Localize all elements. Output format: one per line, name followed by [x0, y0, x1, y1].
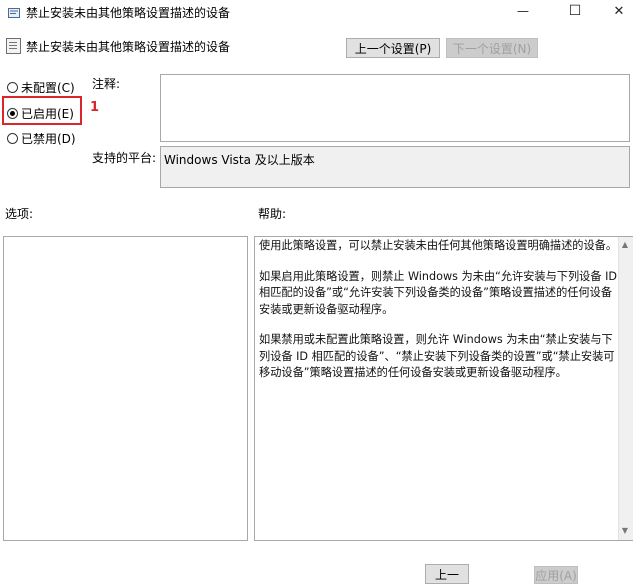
help-paragraph: 使用此策略设置，可以禁止安装未由任何其他策略设置明确描述的设备。 [259, 239, 618, 252]
options-panel [3, 236, 248, 541]
policy-window-icon [8, 8, 20, 18]
help-paragraph: 如果禁用或未配置此策略设置，则允许 Windows 为未由“禁止安装与下列设备 … [259, 333, 615, 379]
radio-not-configured[interactable]: 未配置(C) [7, 79, 75, 96]
apply-button[interactable]: 应用(A) [534, 566, 578, 584]
radio-not-configured-label: 未配置(C) [21, 81, 75, 95]
ok-button[interactable]: 上一 [425, 564, 469, 584]
close-button[interactable]: ✕ [596, 0, 640, 22]
comment-textarea[interactable] [160, 74, 630, 142]
comment-label: 注释: [92, 77, 121, 91]
maximize-button[interactable]: ☐ [552, 0, 598, 22]
help-scrollbar[interactable] [618, 237, 633, 540]
radio-not-configured-circle[interactable] [7, 82, 18, 93]
scroll-down-arrow-icon[interactable]: ▼ [620, 526, 630, 536]
annotation-highlight-box [2, 96, 82, 125]
policy-title: 禁止安装未由其他策略设置描述的设备 [26, 40, 231, 54]
maximize-icon: ☐ [568, 3, 582, 19]
platform-value: Windows Vista 及以上版本 [164, 153, 315, 167]
help-text: 使用此策略设置，可以禁止安装未由任何其他策略设置明确描述的设备。 如果启用此策略… [259, 238, 617, 396]
minimize-icon: — [517, 4, 529, 18]
policy-setting-icon [6, 38, 21, 54]
options-label: 选项: [5, 207, 34, 221]
previous-setting-button[interactable]: 上一个设置(P) [346, 38, 440, 58]
minimize-button[interactable]: — [500, 0, 546, 22]
scroll-up-arrow-icon[interactable]: ▲ [620, 240, 630, 250]
radio-disabled-label: 已禁用(D) [21, 132, 76, 146]
help-label: 帮助: [258, 207, 287, 221]
platform-label: 支持的平台: [92, 151, 157, 165]
help-paragraph: 如果启用此策略设置，则禁止 Windows 为未由“允许安装与下列设备 ID 相… [259, 269, 618, 316]
close-icon: ✕ [613, 3, 625, 19]
annotation-number: 1 [90, 100, 100, 115]
next-setting-button[interactable]: 下一个设置(N) [446, 38, 538, 58]
window-title: 禁止安装未由其他策略设置描述的设备 [26, 6, 231, 20]
radio-disabled[interactable]: 已禁用(D) [7, 130, 76, 147]
radio-disabled-circle[interactable] [7, 133, 18, 144]
